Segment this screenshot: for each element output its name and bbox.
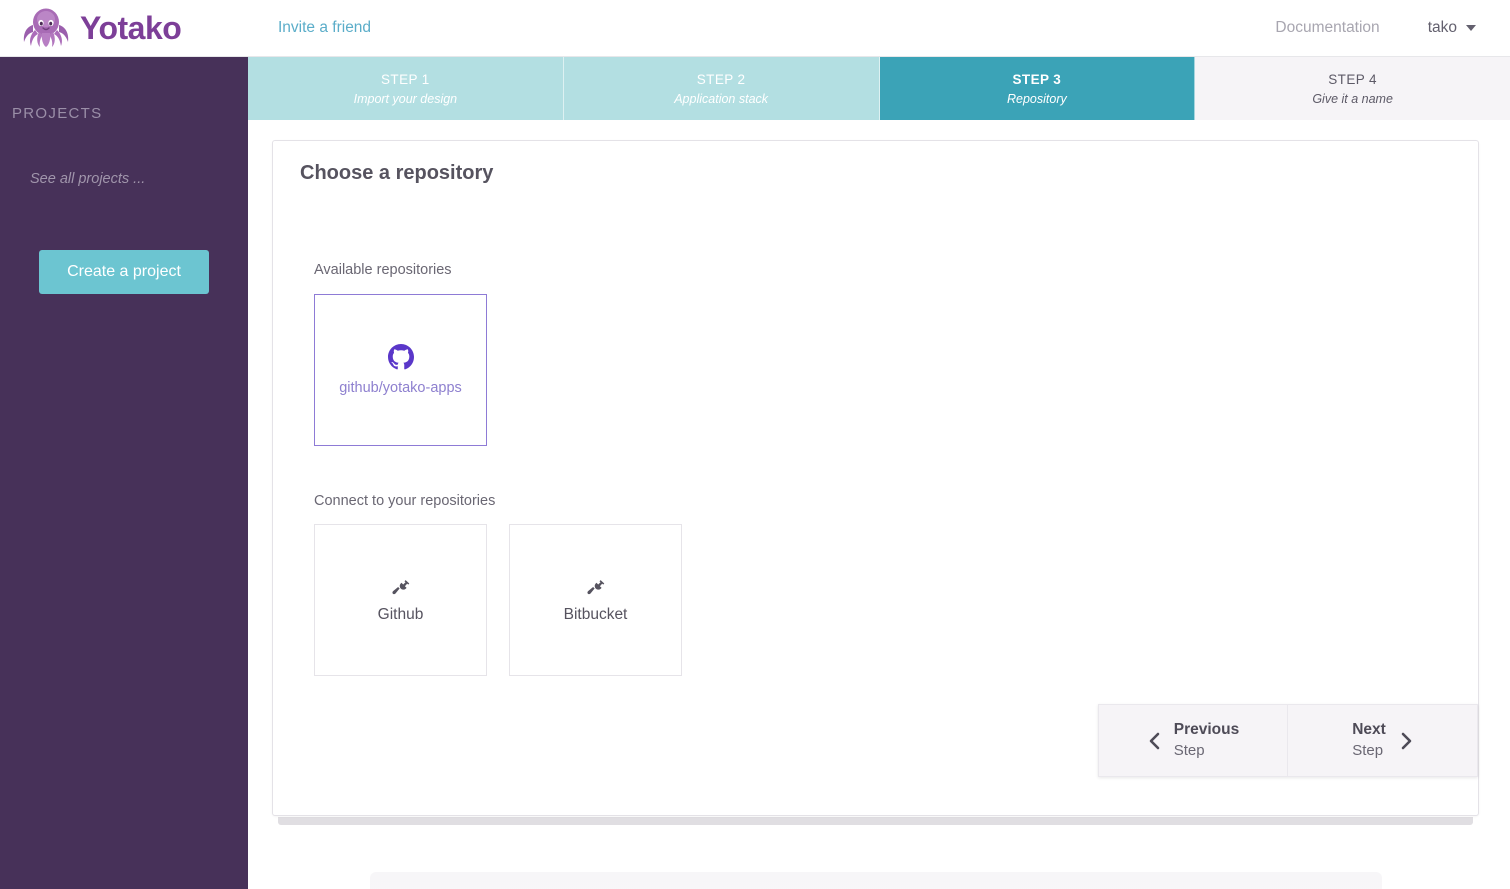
page-title: Choose a repository xyxy=(300,162,494,184)
plug-icon xyxy=(391,577,411,597)
step-tab-3[interactable]: STEP 3 Repository xyxy=(879,57,1196,120)
next-step-main-label: Next xyxy=(1352,721,1386,739)
sidebar: Yotako PROJECTS See all projects ... Cre… xyxy=(0,0,248,889)
page-body: Choose a repository Available repositori… xyxy=(248,120,1510,889)
user-menu-label: tako xyxy=(1427,19,1457,36)
step-subtitle: Import your design xyxy=(353,91,458,106)
see-all-projects-link[interactable]: See all projects ... xyxy=(0,122,248,187)
repository-step-card: Choose a repository Available repositori… xyxy=(272,140,1479,816)
github-icon xyxy=(387,344,414,370)
chevron-down-icon xyxy=(1466,25,1476,31)
previous-step-button[interactable]: Previous Step xyxy=(1098,704,1288,777)
brand-name: Yotako xyxy=(80,10,182,46)
provider-label: Github xyxy=(377,605,424,623)
connect-provider-bitbucket-card[interactable]: Bitbucket xyxy=(509,524,682,676)
step-subtitle: Repository xyxy=(1007,91,1067,106)
next-step-button[interactable]: Next Step xyxy=(1288,704,1478,777)
card-stack-shadow-back xyxy=(370,872,1382,889)
sidebar-body: PROJECTS See all projects ... Create a p… xyxy=(0,57,248,294)
step-tab-4[interactable]: STEP 4 Give it a name xyxy=(1195,57,1510,120)
documentation-link[interactable]: Documentation xyxy=(1275,19,1379,37)
step-subtitle: Application stack xyxy=(674,91,769,106)
chevron-right-icon xyxy=(1399,731,1413,751)
top-header: Invite a friend Documentation tako xyxy=(248,0,1510,57)
step-title: STEP 1 xyxy=(381,71,430,87)
chevron-left-icon xyxy=(1147,731,1161,751)
available-repositories-label: Available repositories xyxy=(314,262,452,278)
octopus-logo-icon xyxy=(18,6,74,50)
step-title: STEP 3 xyxy=(1012,71,1062,87)
header-right-group: Documentation tako xyxy=(1275,19,1510,37)
sidebar-section-projects: PROJECTS xyxy=(12,105,103,122)
step-tab-2[interactable]: STEP 2 Application stack xyxy=(563,57,880,120)
invite-a-friend-link[interactable]: Invite a friend xyxy=(278,19,371,37)
previous-step-text: Previous Step xyxy=(1174,720,1239,760)
connect-repositories-label: Connect to your repositories xyxy=(314,493,496,509)
connect-provider-github-card[interactable]: Github xyxy=(314,524,487,676)
repository-name: github/yotako-apps xyxy=(339,380,462,396)
provider-card-list: Github Bitbucket xyxy=(314,524,682,676)
next-step-sub-label: Step xyxy=(1352,741,1384,759)
create-project-button[interactable]: Create a project xyxy=(39,250,209,294)
brand-logo[interactable]: Yotako xyxy=(0,0,248,57)
previous-step-main-label: Previous xyxy=(1173,721,1240,739)
step-navigation: Previous Step Next Step xyxy=(1098,704,1478,777)
step-subtitle: Give it a name xyxy=(1312,91,1393,106)
provider-label: Bitbucket xyxy=(563,605,628,623)
card-stack-shadow-front xyxy=(278,817,1473,825)
step-title: STEP 2 xyxy=(696,71,746,87)
next-step-text: Next Step xyxy=(1352,720,1386,760)
previous-step-sub-label: Step xyxy=(1173,741,1205,759)
plug-icon xyxy=(586,577,606,597)
app-root: Yotako PROJECTS See all projects ... Cre… xyxy=(0,0,1510,889)
user-menu[interactable]: tako xyxy=(1428,19,1476,37)
step-progress-bar: STEP 1 Import your design STEP 2 Applica… xyxy=(248,57,1510,120)
step-title: STEP 4 xyxy=(1328,71,1377,87)
step-tab-1[interactable]: STEP 1 Import your design xyxy=(248,57,564,120)
repository-option-github-yotako-apps[interactable]: github/yotako-apps xyxy=(314,294,487,446)
